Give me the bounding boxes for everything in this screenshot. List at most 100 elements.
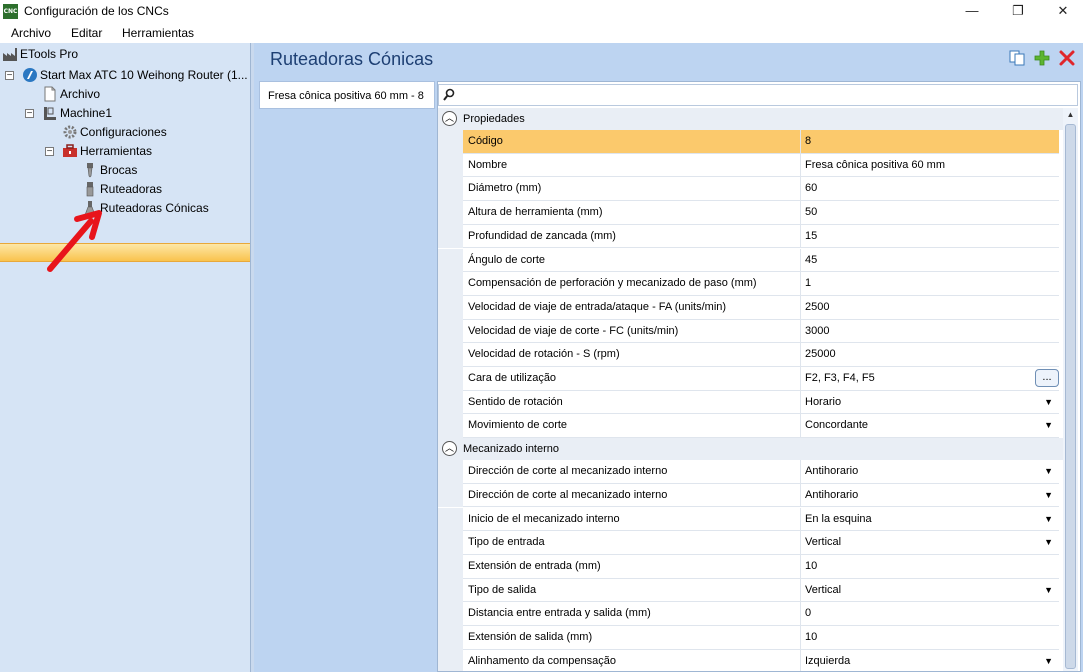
row-gutter bbox=[438, 295, 463, 320]
property-row[interactable]: Alinhamento da compensação Izquierda ▼ bbox=[438, 649, 1063, 671]
minimize-button[interactable]: — bbox=[949, 0, 995, 22]
ellipsis-button[interactable]: ... bbox=[1035, 369, 1059, 387]
collapse-icon[interactable]: − bbox=[45, 147, 54, 157]
collapse-section-icon[interactable]: ︿ bbox=[442, 441, 457, 457]
property-name: Extensión de salida (mm) bbox=[463, 626, 801, 650]
property-value[interactable]: Antihorario ▼ bbox=[801, 460, 1059, 484]
property-value[interactable]: 10 bbox=[801, 626, 1059, 650]
property-value[interactable]: Fresa cônica positiva 60 mm bbox=[801, 153, 1059, 178]
property-name: Movimiento de corte bbox=[463, 414, 801, 439]
property-value[interactable]: 25000 bbox=[801, 343, 1059, 367]
property-row[interactable]: Compensación de perforación y mecanizado… bbox=[438, 272, 1063, 296]
property-row[interactable]: Velocidad de viaje de corte - FC (units/… bbox=[438, 319, 1063, 344]
tree-item-label: Ruteadoras Cónicas bbox=[100, 201, 209, 215]
scroll-thumb[interactable] bbox=[1065, 124, 1076, 669]
collapse-section-icon[interactable]: ︿ bbox=[442, 111, 457, 126]
dropdown-arrow-icon[interactable]: ▼ bbox=[1044, 579, 1053, 602]
property-name: Dirección de corte al mecanizado interno bbox=[463, 460, 801, 484]
property-row[interactable]: Nombre Fresa cônica positiva 60 mm bbox=[438, 153, 1063, 178]
property-value[interactable]: Vertical ▼ bbox=[801, 578, 1059, 603]
property-row[interactable]: Inicio de el mecanizado interno En la esq… bbox=[438, 507, 1063, 532]
row-gutter bbox=[438, 554, 463, 579]
property-row[interactable]: Velocidad de viaje de entrada/ataque - F… bbox=[438, 295, 1063, 320]
maximize-button[interactable]: ❐ bbox=[995, 0, 1041, 22]
router-bit-icon bbox=[86, 182, 94, 197]
property-name: Velocidad de viaje de corte - FC (units/… bbox=[463, 319, 801, 344]
property-row[interactable]: Ángulo de corte 45 bbox=[438, 248, 1063, 273]
menu-editar[interactable]: Editar bbox=[71, 26, 102, 40]
list-item[interactable]: Fresa cônica positiva 60 mm - 8 bbox=[259, 81, 435, 109]
tree-selection-highlight bbox=[0, 243, 250, 262]
machine-icon bbox=[44, 107, 56, 120]
property-row[interactable]: Tipo de salida Vertical ▼ bbox=[438, 578, 1063, 603]
delete-icon[interactable] bbox=[1058, 49, 1076, 67]
property-value[interactable]: 8 bbox=[801, 130, 1059, 154]
property-value[interactable]: Horario ▼ bbox=[801, 390, 1059, 415]
property-value[interactable]: 1 bbox=[801, 272, 1059, 296]
property-name: Dirección de corte al mecanizado interno bbox=[463, 483, 801, 508]
copy-icon[interactable] bbox=[1008, 49, 1026, 67]
property-row[interactable]: Dirección de corte al mecanizado interno… bbox=[438, 460, 1063, 484]
property-row[interactable]: Diámetro (mm) 60 bbox=[438, 177, 1063, 202]
property-row[interactable]: Dirección de corte al mecanizado interno… bbox=[438, 483, 1063, 508]
vertical-scrollbar[interactable]: ▲ bbox=[1063, 108, 1078, 671]
row-gutter bbox=[438, 319, 463, 344]
property-value-text: Vertical bbox=[805, 536, 842, 549]
property-value[interactable]: 3000 bbox=[801, 319, 1059, 344]
scroll-up-icon[interactable]: ▲ bbox=[1063, 108, 1078, 122]
dropdown-arrow-icon[interactable]: ▼ bbox=[1044, 414, 1053, 437]
property-value[interactable]: 60 bbox=[801, 177, 1059, 202]
property-value[interactable]: En la esquina ▼ bbox=[801, 507, 1059, 532]
property-row[interactable]: Cara de utilização F2, F3, F4, F5... bbox=[438, 367, 1063, 391]
property-value[interactable]: Vertical ▼ bbox=[801, 531, 1059, 555]
search-input[interactable] bbox=[438, 84, 1078, 106]
property-value-text: Izquierda bbox=[805, 654, 851, 667]
property-row[interactable]: Profundidad de zancada (mm) 15 bbox=[438, 224, 1063, 249]
dropdown-arrow-icon[interactable]: ▼ bbox=[1044, 531, 1053, 554]
section-header[interactable]: ︿ Mecanizado interno bbox=[438, 438, 1063, 461]
collapse-icon[interactable]: − bbox=[25, 109, 34, 119]
dropdown-arrow-icon[interactable]: ▼ bbox=[1044, 391, 1053, 414]
property-value[interactable]: 45 bbox=[801, 248, 1059, 273]
property-value[interactable]: 10 bbox=[801, 554, 1059, 579]
property-value[interactable]: 15 bbox=[801, 224, 1059, 249]
tree-item-label: Ruteadoras bbox=[100, 182, 163, 196]
property-row[interactable]: Extensión de salida (mm) 10 bbox=[438, 626, 1063, 650]
property-row[interactable]: Velocidad de rotación - S (rpm) 25000 bbox=[438, 343, 1063, 367]
property-row[interactable]: Distancia entre entrada y salida (mm) 0 bbox=[438, 602, 1063, 626]
property-row[interactable]: Movimiento de corte Concordante ▼ bbox=[438, 414, 1063, 439]
property-value[interactable]: F2, F3, F4, F5... bbox=[801, 367, 1059, 391]
dropdown-arrow-icon[interactable]: ▼ bbox=[1044, 484, 1053, 507]
property-value[interactable]: Izquierda ▼ bbox=[801, 649, 1059, 671]
property-value-text: 2500 bbox=[805, 300, 830, 313]
tree-item-label: Archivo bbox=[60, 87, 101, 101]
dropdown-arrow-icon[interactable]: ▼ bbox=[1044, 650, 1053, 671]
property-value[interactable]: Concordante ▼ bbox=[801, 414, 1059, 439]
section-header[interactable]: ︿ Propiedades bbox=[438, 108, 1063, 130]
property-value[interactable]: 50 bbox=[801, 201, 1059, 225]
property-row[interactable]: Tipo de entrada Vertical ▼ bbox=[438, 531, 1063, 555]
property-row[interactable]: Sentido de rotación Horario ▼ bbox=[438, 390, 1063, 415]
collapse-icon[interactable]: − bbox=[5, 71, 14, 81]
menu-herramientas[interactable]: Herramientas bbox=[122, 26, 194, 40]
toolbox-icon bbox=[63, 144, 77, 157]
property-row[interactable]: Código 8 bbox=[438, 130, 1063, 154]
property-value-text: En la esquina bbox=[805, 512, 872, 525]
row-gutter bbox=[438, 414, 463, 439]
property-name: Compensación de perforación y mecanizado… bbox=[463, 272, 801, 296]
property-value[interactable]: 0 bbox=[801, 602, 1059, 626]
row-gutter bbox=[438, 343, 463, 367]
dropdown-arrow-icon[interactable]: ▼ bbox=[1044, 460, 1053, 483]
menu-archivo[interactable]: Archivo bbox=[11, 26, 51, 40]
row-gutter bbox=[438, 390, 463, 415]
window-title: Configuración de los CNCs bbox=[24, 4, 169, 18]
property-row[interactable]: Altura de herramienta (mm) 50 bbox=[438, 201, 1063, 225]
property-row[interactable]: Extensión de entrada (mm) 10 bbox=[438, 554, 1063, 579]
property-value[interactable]: 2500 bbox=[801, 295, 1059, 320]
property-value[interactable]: Antihorario ▼ bbox=[801, 483, 1059, 508]
dropdown-arrow-icon[interactable]: ▼ bbox=[1044, 508, 1053, 531]
property-value-text: 60 bbox=[805, 182, 818, 195]
add-icon[interactable] bbox=[1033, 49, 1051, 67]
close-button[interactable]: ✕ bbox=[1040, 0, 1083, 22]
cnc-app-icon: CNC bbox=[3, 4, 18, 19]
